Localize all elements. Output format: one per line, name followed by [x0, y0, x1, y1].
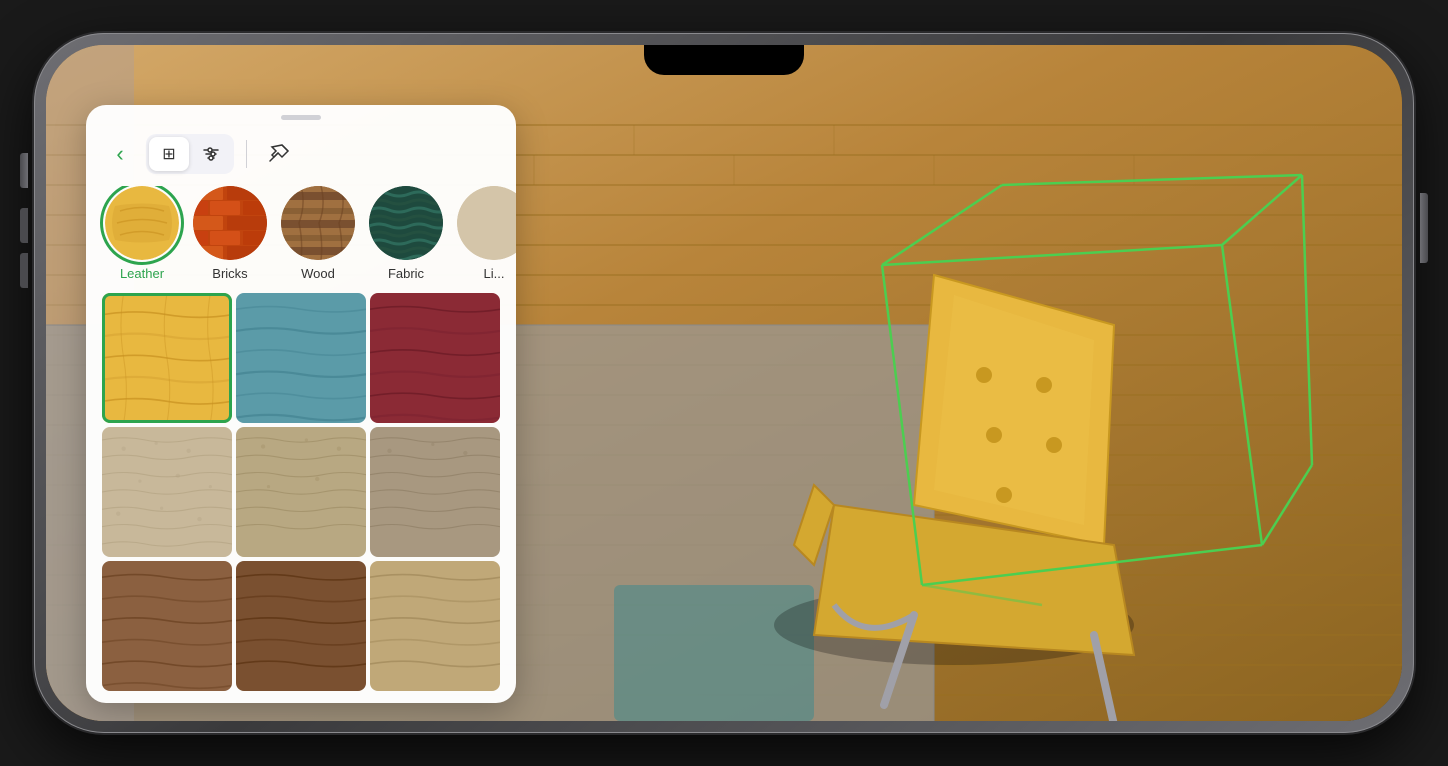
ar-bounding-box-container	[802, 145, 1322, 625]
leather-label: Leather	[120, 266, 164, 281]
texture-gray-leather[interactable]	[370, 427, 500, 557]
fabric-label: Fabric	[388, 266, 424, 281]
texture-grid	[86, 293, 516, 691]
filter-button[interactable]	[191, 137, 231, 171]
panel-handle	[281, 115, 321, 120]
category-fabric[interactable]: Fabric	[366, 186, 446, 281]
bricks-circle	[193, 186, 267, 260]
texture-beige-leather-2[interactable]	[236, 427, 366, 557]
fabric-circle	[369, 186, 443, 260]
panel-toolbar: ‹ ⊞	[86, 128, 516, 186]
linen-label: Li...	[484, 266, 505, 281]
toolbar-button-group: ⊞	[146, 134, 234, 174]
texture-brown-leather-2[interactable]	[236, 561, 366, 691]
phone-notch	[644, 45, 804, 75]
wood-circle	[281, 186, 355, 260]
leather-circle	[105, 186, 179, 260]
category-bricks[interactable]: Bricks	[190, 186, 270, 281]
texture-red-leather[interactable]	[370, 293, 500, 423]
texture-tan-leather[interactable]	[370, 561, 500, 691]
back-icon: ‹	[116, 141, 123, 167]
pin-button[interactable]	[259, 137, 299, 171]
toolbar-separator	[246, 140, 247, 168]
categories-scroll: Leather	[86, 186, 516, 293]
material-panel: ‹ ⊞	[86, 105, 516, 703]
texture-teal-leather[interactable]	[236, 293, 366, 423]
texture-brown-leather-1[interactable]	[102, 561, 232, 691]
bricks-label: Bricks	[212, 266, 247, 281]
phone-screen: ‹ ⊞	[46, 45, 1402, 721]
category-linen[interactable]: Li...	[454, 186, 516, 281]
ar-scene: ‹ ⊞	[46, 45, 1402, 721]
category-wood[interactable]: Wood	[278, 186, 358, 281]
linen-circle	[457, 186, 516, 260]
back-button[interactable]: ‹	[102, 136, 138, 172]
category-leather[interactable]: Leather	[102, 186, 182, 281]
pin-icon	[268, 143, 290, 165]
grid-view-button[interactable]: ⊞	[149, 137, 189, 171]
wood-label: Wood	[301, 266, 335, 281]
grid-icon: ⊞	[162, 144, 175, 164]
filter-icon	[202, 145, 220, 163]
ar-bounding-box	[802, 145, 1322, 625]
phone-frame: ‹ ⊞	[34, 33, 1414, 733]
texture-yellow-leather[interactable]	[102, 293, 232, 423]
texture-beige-leather-1[interactable]	[102, 427, 232, 557]
